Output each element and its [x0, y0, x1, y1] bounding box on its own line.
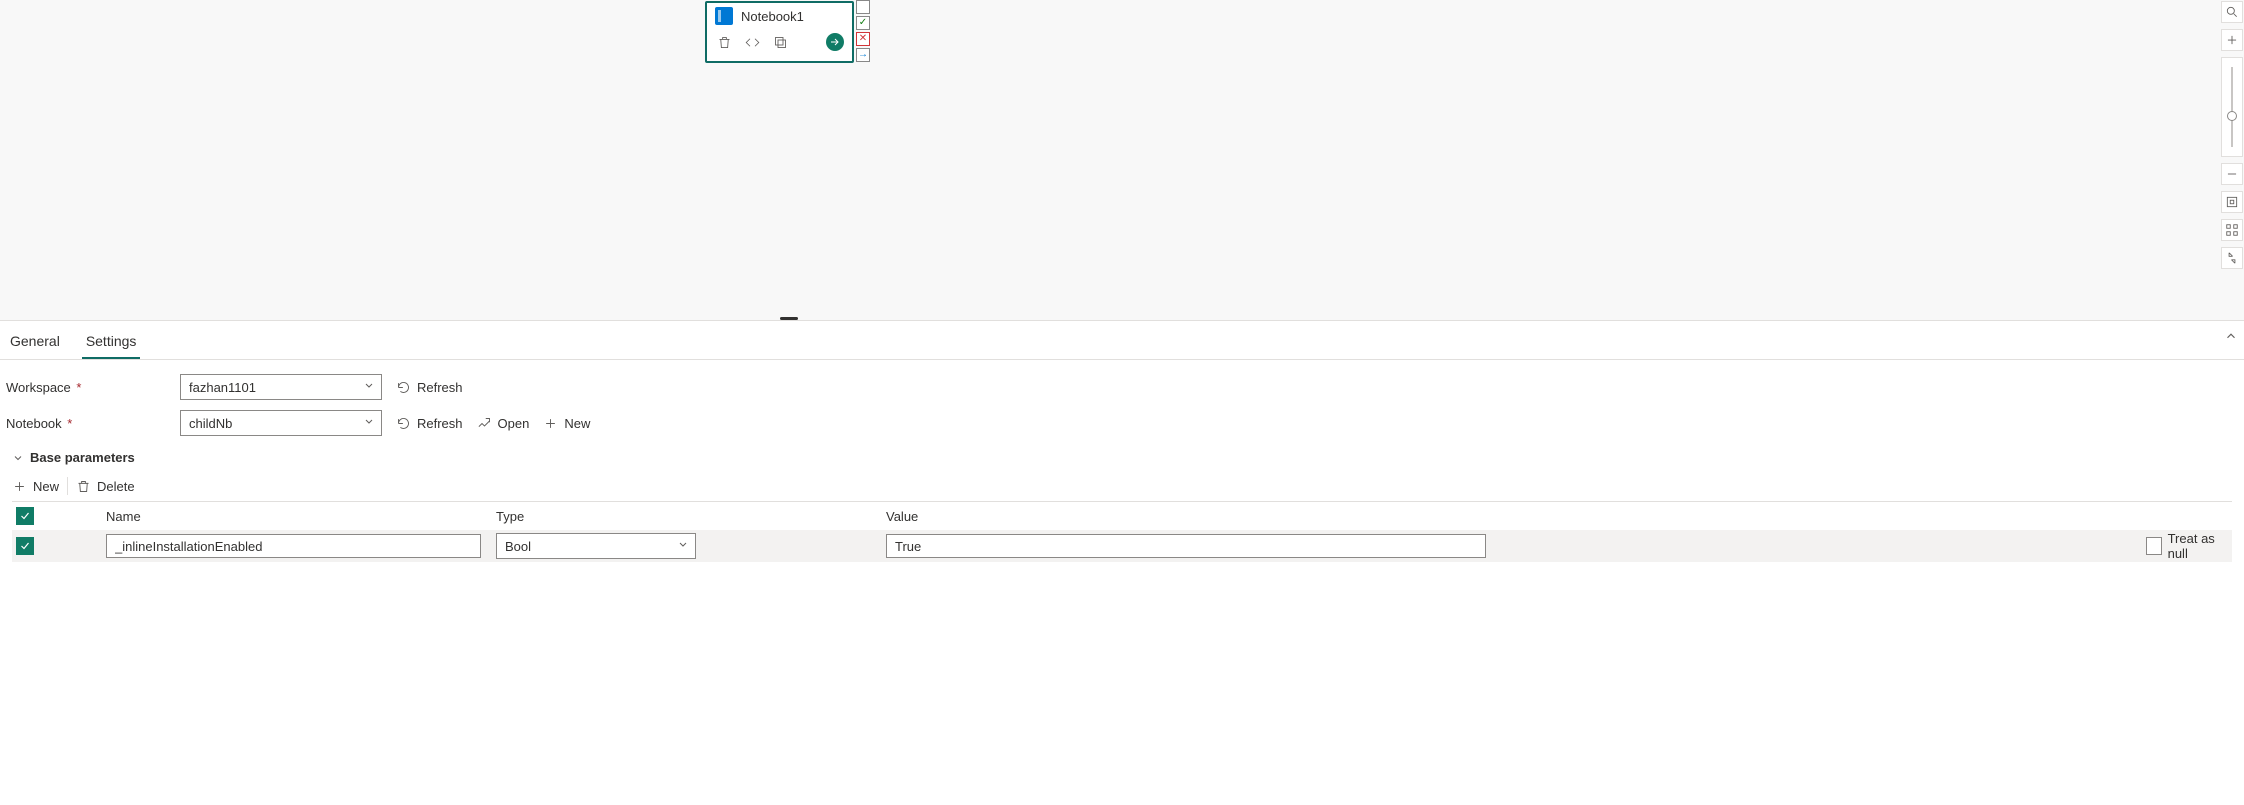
refresh-label: Refresh: [417, 416, 463, 431]
status-ok-icon[interactable]: ✓: [856, 16, 870, 30]
chevron-down-icon: [363, 416, 375, 431]
new-label: New: [564, 416, 590, 431]
search-icon[interactable]: [2221, 1, 2243, 23]
table-row: Bool Treat as null: [12, 530, 2232, 562]
tab-general[interactable]: General: [6, 327, 64, 359]
workspace-label-text: Workspace: [6, 380, 71, 395]
workspace-dropdown-value: fazhan1101: [189, 380, 256, 395]
trash-icon[interactable]: [715, 33, 733, 51]
base-parameters-section-toggle[interactable]: Base parameters: [6, 446, 2238, 469]
pipeline-canvas[interactable]: Notebook1 ✓ ✕ →: [0, 0, 2244, 320]
workspace-label: Workspace *: [6, 380, 166, 395]
chevron-down-icon: [363, 380, 375, 395]
parameters-table: Name Type Value Bool: [12, 501, 2232, 562]
param-type-dropdown[interactable]: Bool: [496, 533, 696, 559]
param-value-input[interactable]: [886, 534, 1486, 558]
auto-layout-icon[interactable]: [2221, 219, 2243, 241]
zoom-out-icon[interactable]: [2221, 163, 2243, 185]
copy-icon[interactable]: [771, 33, 789, 51]
node-title: Notebook1: [741, 9, 804, 24]
param-delete-label: Delete: [97, 479, 135, 494]
toolbar-divider: [67, 477, 68, 495]
header-checkbox-cell: [12, 507, 102, 525]
notebook-label: Notebook *: [6, 416, 166, 431]
new-notebook-button[interactable]: New: [543, 416, 590, 431]
param-name-input[interactable]: [106, 534, 481, 558]
settings-form: Workspace * fazhan1101 Refresh Notebook …: [0, 360, 2244, 562]
notebook-label-text: Notebook: [6, 416, 62, 431]
treat-as-null-label: Treat as null: [2168, 531, 2228, 561]
row-checkbox[interactable]: [16, 537, 34, 555]
workspace-dropdown[interactable]: fazhan1101: [180, 374, 382, 400]
canvas-right-rail: [2220, 1, 2244, 269]
table-header-row: Name Type Value: [12, 502, 2232, 530]
status-err-icon[interactable]: ✕: [856, 32, 870, 46]
node-status-stack: ✓ ✕ →: [856, 0, 870, 62]
collapse-icon[interactable]: [2221, 247, 2243, 269]
status-placeholder-icon[interactable]: [856, 0, 870, 14]
chevron-down-icon: [12, 452, 24, 464]
notebook-dropdown-value: childNb: [189, 416, 232, 431]
open-label: Open: [498, 416, 530, 431]
notebook-refresh-button[interactable]: Refresh: [396, 416, 463, 431]
header-name: Name: [102, 509, 492, 524]
status-go-icon[interactable]: →: [856, 48, 870, 62]
chevron-down-icon: [677, 539, 689, 554]
run-icon[interactable]: [826, 33, 844, 51]
required-mark: *: [67, 416, 72, 431]
refresh-label: Refresh: [417, 380, 463, 395]
code-icon[interactable]: [743, 33, 761, 51]
workspace-refresh-button[interactable]: Refresh: [396, 380, 463, 395]
zoom-in-icon[interactable]: [2221, 29, 2243, 51]
header-value: Value: [882, 509, 2142, 524]
notebook-activity-node[interactable]: Notebook1: [705, 1, 854, 63]
required-mark: *: [76, 380, 81, 395]
param-delete-button[interactable]: Delete: [76, 479, 135, 494]
panel-tabs: General Settings: [0, 321, 2244, 360]
zoom-slider[interactable]: [2221, 57, 2243, 157]
param-type-value: Bool: [505, 539, 531, 554]
select-all-checkbox[interactable]: [16, 507, 34, 525]
panel-collapse-icon[interactable]: [2224, 329, 2238, 346]
tab-settings[interactable]: Settings: [82, 327, 141, 359]
param-new-button[interactable]: New: [12, 479, 59, 494]
properties-panel: General Settings Workspace * fazhan1101 …: [0, 320, 2244, 805]
open-button[interactable]: Open: [477, 416, 530, 431]
notebook-icon: [715, 7, 733, 25]
treat-as-null-checkbox[interactable]: [2146, 537, 2162, 555]
base-parameters-label: Base parameters: [30, 450, 135, 465]
param-new-label: New: [33, 479, 59, 494]
fit-screen-icon[interactable]: [2221, 191, 2243, 213]
header-type: Type: [492, 509, 882, 524]
notebook-dropdown[interactable]: childNb: [180, 410, 382, 436]
